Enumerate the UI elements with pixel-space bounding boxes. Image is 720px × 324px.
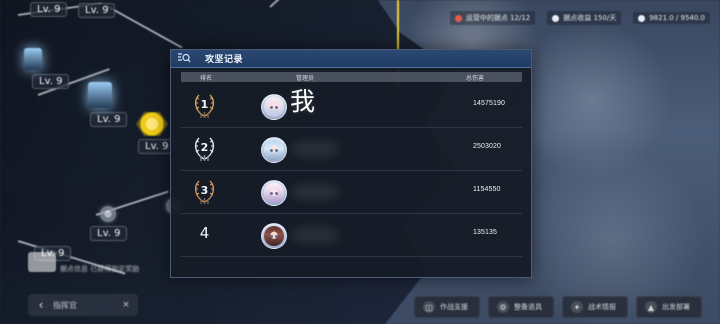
rank-badge: 1 <box>191 91 218 119</box>
avatar <box>261 94 287 120</box>
siege-record-modal: 攻坚记录 排名 管理员 总伤害 1 我 14575190 2 2503020 3… <box>170 49 532 278</box>
blurred-player-name <box>292 227 338 243</box>
action-label: 作战支援 <box>440 303 468 311</box>
avatar <box>261 137 287 163</box>
equipment-button[interactable]: ⚙ 整备道具 <box>488 296 554 318</box>
top-status-bar: 运营中的据点 12/12 据点收益 150/天 9821.0 / 9540.0 <box>449 11 710 25</box>
red-flag-icon <box>454 14 462 22</box>
action-label: 战术情报 <box>588 303 616 311</box>
avatar-eye <box>270 106 273 109</box>
deploy-button[interactable]: ▲ 出发部署 <box>636 296 702 318</box>
blue-beacon-icon <box>88 82 112 108</box>
support-icon: ◫ <box>423 301 435 313</box>
map-level-marker: Lv. 9 <box>90 112 128 127</box>
commander-tab[interactable]: ‹ 指挥官 × <box>28 294 138 316</box>
map-level-marker: Lv. 9 <box>30 2 68 17</box>
table-row: 1 我 14575190 <box>181 85 522 128</box>
energy-icon <box>638 14 646 22</box>
table-row: 2 2503020 <box>181 128 522 171</box>
manager-header: 管理员 <box>296 75 315 82</box>
modal-title-bar: 攻坚记录 <box>171 50 531 68</box>
rank-badge: 2 <box>191 134 218 162</box>
ranking-table: 1 我 14575190 2 2503020 3 1154550 4 13513… <box>181 85 522 257</box>
rank-number: 4 <box>199 224 210 242</box>
status-item: 运营中的据点 12/12 <box>449 11 536 25</box>
avatar <box>261 223 287 249</box>
map-info-text: 据点信息 已获得指定奖励 <box>60 265 140 273</box>
resource-icon <box>552 14 560 22</box>
game-screen: Lv. 9 Lv. 9 Lv. 9 Lv. 9 Lv. 9 Lv. 9 Lv. … <box>0 0 720 324</box>
rank-number: 1 <box>200 98 209 111</box>
damage-value: 14575190 <box>473 100 505 107</box>
table-header: 排名 管理员 总伤害 <box>181 72 522 82</box>
damage-header: 总伤害 <box>466 75 485 82</box>
avatar-image <box>264 97 284 117</box>
avatar-eye <box>275 235 278 238</box>
blurred-player-name <box>292 141 338 157</box>
map-level-marker: Lv. 9 <box>78 3 116 18</box>
map-level-marker: Lv. 9 <box>32 74 70 89</box>
search-list-icon <box>178 53 191 63</box>
status-label: 运营中的据点 12/12 <box>465 14 531 22</box>
rank-badge: 3 <box>191 177 218 205</box>
avatar-image <box>264 140 284 160</box>
blurred-player-name <box>292 184 338 200</box>
rank-number: 3 <box>200 184 209 197</box>
bottom-action-bar: ◫ 作战支援 ⚙ 整备道具 ✦ 战术情报 ▲ 出发部署 <box>414 296 702 318</box>
player-name: 我 <box>290 87 316 116</box>
avatar-image <box>264 226 284 246</box>
avatar-eye <box>270 192 273 195</box>
status-item: 9821.0 / 9540.0 <box>633 12 710 24</box>
rank-header: 排名 <box>200 75 213 82</box>
avatar-eye <box>275 192 278 195</box>
equipment-icon: ⚙ <box>497 301 509 313</box>
avatar-eye <box>270 235 273 238</box>
status-item: 据点收益 150/天 <box>547 11 622 25</box>
intel-button[interactable]: ✦ 战术情报 <box>562 296 628 318</box>
map-level-marker: Lv. 9 <box>90 226 128 241</box>
avatar-image <box>264 183 284 203</box>
commander-tab-label: 指挥官 <box>53 300 77 310</box>
map-info-icon[interactable] <box>28 252 56 272</box>
blue-beacon-icon <box>24 48 42 70</box>
action-label: 出发部署 <box>662 303 690 311</box>
avatar-eye <box>275 149 278 152</box>
avatar-eye <box>275 106 278 109</box>
status-label: 据点收益 150/天 <box>563 14 617 22</box>
damage-value: 1154550 <box>473 186 501 193</box>
damage-value: 2503020 <box>473 143 501 150</box>
grey-node-icon <box>97 203 119 225</box>
support-button[interactable]: ◫ 作战支援 <box>414 296 480 318</box>
table-row: 3 1154550 <box>181 171 522 214</box>
avatar-eye <box>270 149 273 152</box>
status-label: 9821.0 / 9540.0 <box>649 14 705 22</box>
action-label: 整备道具 <box>514 303 542 311</box>
table-row: 4 135135 <box>181 214 522 257</box>
deploy-icon: ▲ <box>645 301 657 313</box>
chevron-left-icon: ‹ <box>38 298 44 312</box>
close-icon[interactable]: × <box>122 300 130 310</box>
rank-badge: 4 <box>191 220 218 248</box>
intel-icon: ✦ <box>571 301 583 313</box>
rank-number: 2 <box>200 141 209 154</box>
avatar <box>261 180 287 206</box>
modal-title: 攻坚记录 <box>205 55 244 65</box>
damage-value: 135135 <box>473 229 497 236</box>
